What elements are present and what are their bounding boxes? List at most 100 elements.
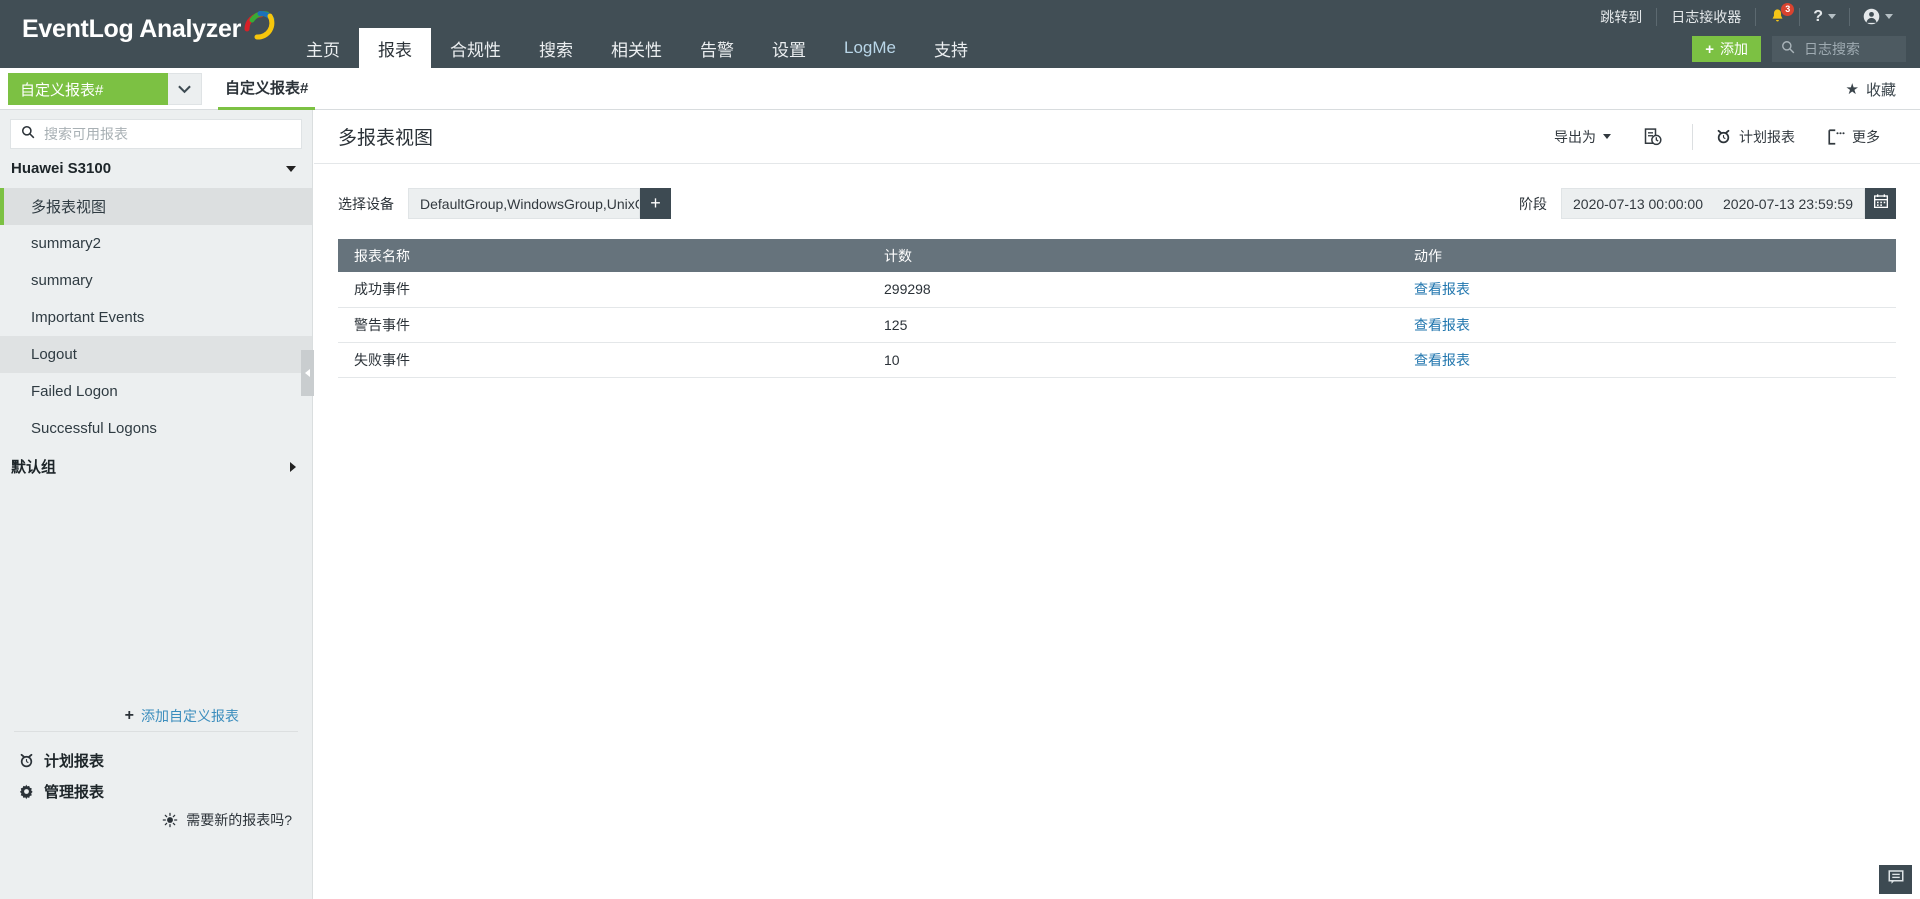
calendar-button[interactable] (1865, 188, 1896, 219)
cell-count: 299298 (868, 272, 1398, 308)
sidebar-item-label: Successful Logons (31, 420, 157, 437)
favorite-label: 收藏 (1865, 81, 1896, 99)
add-custom-report-label: 添加自定义报表 (141, 708, 239, 724)
alarm-clock-icon (18, 752, 35, 769)
cell-action: 查看报表 (1398, 307, 1896, 343)
add-button-label: 添加 (1720, 41, 1748, 57)
scheduled-reports-label: 计划报表 (1739, 128, 1795, 145)
table-row: 成功事件 299298 查看报表 (338, 272, 1896, 308)
favorite-button[interactable]: ★ 收藏 (1846, 68, 1896, 110)
log-receiver-link[interactable]: 日志接收器 (1657, 7, 1755, 27)
sidebar-action-label: 计划报表 (44, 753, 105, 770)
top-right-actions: + 添加 日志搜索 (1692, 36, 1906, 62)
chevron-down-icon (286, 165, 296, 172)
chat-support-button[interactable] (1879, 865, 1912, 894)
report-type-select[interactable]: 自定义报表# (8, 73, 202, 105)
search-icon (1781, 40, 1795, 59)
date-to: 2020-07-13 23:59:59 (1723, 195, 1853, 212)
cell-report-name: 警告事件 (338, 307, 868, 343)
divider (14, 731, 298, 732)
nav-item-compliance[interactable]: 合规性 (431, 28, 520, 68)
chevron-right-icon (290, 461, 296, 472)
nav-item-home[interactable]: 主页 (287, 28, 359, 68)
period-filter: 阶段 2020-07-13 00:00:00 2020-07-13 23:59:… (1519, 188, 1896, 219)
table-header-row: 报表名称 计数 动作 (338, 239, 1896, 272)
plus-icon: + (650, 193, 661, 213)
cell-action: 查看报表 (1398, 342, 1896, 378)
cell-action: 查看报表 (1398, 272, 1896, 308)
cell-report-name: 成功事件 (338, 272, 868, 308)
add-device-button[interactable]: + (640, 188, 671, 219)
nav-item-settings[interactable]: 设置 (753, 28, 825, 68)
sidebar-item-important-events[interactable]: Important Events (0, 299, 312, 336)
report-schedule-icon-button[interactable] (1627, 127, 1686, 147)
breadcrumb-tab[interactable]: 自定义报表# (218, 68, 316, 110)
user-avatar[interactable] (1850, 8, 1906, 25)
scheduled-reports-button[interactable]: 计划报表 (1699, 127, 1811, 147)
report-type-value: 自定义报表# (8, 73, 168, 105)
chat-icon (1887, 868, 1905, 891)
date-range-input[interactable]: 2020-07-13 00:00:00 2020-07-13 23:59:59 (1561, 188, 1865, 219)
date-from: 2020-07-13 00:00:00 (1573, 195, 1703, 212)
add-custom-report-link[interactable]: + 添加自定义报表 (0, 706, 312, 726)
chevron-down-icon[interactable] (168, 73, 202, 105)
cell-report-name: 失败事件 (338, 342, 868, 378)
help-icon[interactable]: ? (1800, 8, 1849, 26)
table-row: 失败事件 10 查看报表 (338, 342, 1896, 378)
notification-badge: 3 (1781, 3, 1795, 16)
sidebar-manage-reports-action[interactable]: 管理报表 (18, 781, 104, 802)
sidebar-group-default[interactable]: 默认组 (0, 447, 312, 486)
more-label: 更多 (1852, 128, 1880, 145)
calendar-icon (1873, 193, 1889, 214)
content-toolbar: 导出为 计划报表 更多 (1538, 123, 1896, 150)
sidebar-item-summary[interactable]: summary (0, 262, 312, 299)
alarm-clock-icon (1715, 128, 1732, 145)
sidebar-item-multi-report-view[interactable]: 多报表视图 (0, 188, 312, 225)
sidebar-item-label: Failed Logon (31, 383, 118, 400)
sub-header-bar: 自定义报表# 自定义报表# ★ 收藏 (0, 68, 1920, 110)
gear-icon (18, 783, 35, 800)
column-header-count[interactable]: 计数 (868, 239, 1398, 272)
nav-item-logme[interactable]: LogMe (825, 28, 915, 68)
nav-item-support[interactable]: 支持 (915, 28, 987, 68)
export-as-button[interactable]: 导出为 (1538, 127, 1627, 147)
view-report-link[interactable]: 查看报表 (1414, 317, 1470, 333)
sidebar-item-successful-logons[interactable]: Successful Logons (0, 410, 312, 447)
sidebar-item-failed-logon[interactable]: Failed Logon (0, 373, 312, 410)
device-select-input[interactable]: DefaultGroup,WindowsGroup,UnixGro (408, 188, 640, 219)
sidebar-group-label: 默认组 (11, 459, 57, 476)
column-header-report-name[interactable]: 报表名称 (338, 239, 868, 272)
nav-item-alerts[interactable]: 告警 (681, 28, 753, 68)
sidebar-action-label: 管理报表 (44, 784, 105, 801)
jump-to-link[interactable]: 跳转到 (1586, 7, 1656, 27)
divider (1692, 123, 1693, 150)
sidebar-search-placeholder: 搜索可用报表 (44, 126, 128, 142)
main-navigation: 主页 报表 合规性 搜索 相关性 告警 设置 LogMe 支持 (287, 28, 987, 68)
table-header: 报表名称 计数 动作 (338, 239, 1896, 272)
page-title: 多报表视图 (338, 128, 434, 149)
notification-bell-icon[interactable]: 3 (1756, 3, 1799, 25)
view-report-link[interactable]: 查看报表 (1414, 281, 1470, 297)
sidebar-search-input[interactable]: 搜索可用报表 (10, 119, 302, 149)
column-header-action[interactable]: 动作 (1398, 239, 1896, 272)
log-search-input[interactable]: 日志搜索 (1772, 36, 1906, 62)
search-icon (21, 125, 35, 144)
sidebar-item-summary2[interactable]: summary2 (0, 225, 312, 262)
plus-icon: + (1705, 40, 1714, 58)
view-report-link[interactable]: 查看报表 (1414, 352, 1470, 368)
sidebar-group-huawei-s3100[interactable]: Huawei S3100 (0, 149, 312, 188)
more-button[interactable]: 更多 (1811, 127, 1896, 147)
app-logo[interactable]: EventLog Analyzer (22, 11, 277, 46)
help-label: ? (1813, 7, 1823, 25)
chevron-down-icon (1828, 14, 1836, 19)
nav-item-correlation[interactable]: 相关性 (592, 28, 681, 68)
add-button[interactable]: + 添加 (1692, 36, 1761, 62)
reports-table: 报表名称 计数 动作 成功事件 299298 查看报表 警告事件 125 查看报… (338, 239, 1896, 378)
export-as-label: 导出为 (1554, 128, 1596, 145)
nav-item-search[interactable]: 搜索 (520, 28, 592, 68)
nav-item-reports[interactable]: 报表 (359, 28, 431, 68)
sidebar-collapse-handle[interactable] (301, 350, 314, 396)
need-new-report-link[interactable]: 需要新的报表吗? (0, 810, 312, 830)
sidebar-item-logout[interactable]: Logout (0, 336, 312, 373)
sidebar-scheduled-reports-action[interactable]: 计划报表 (18, 750, 104, 771)
